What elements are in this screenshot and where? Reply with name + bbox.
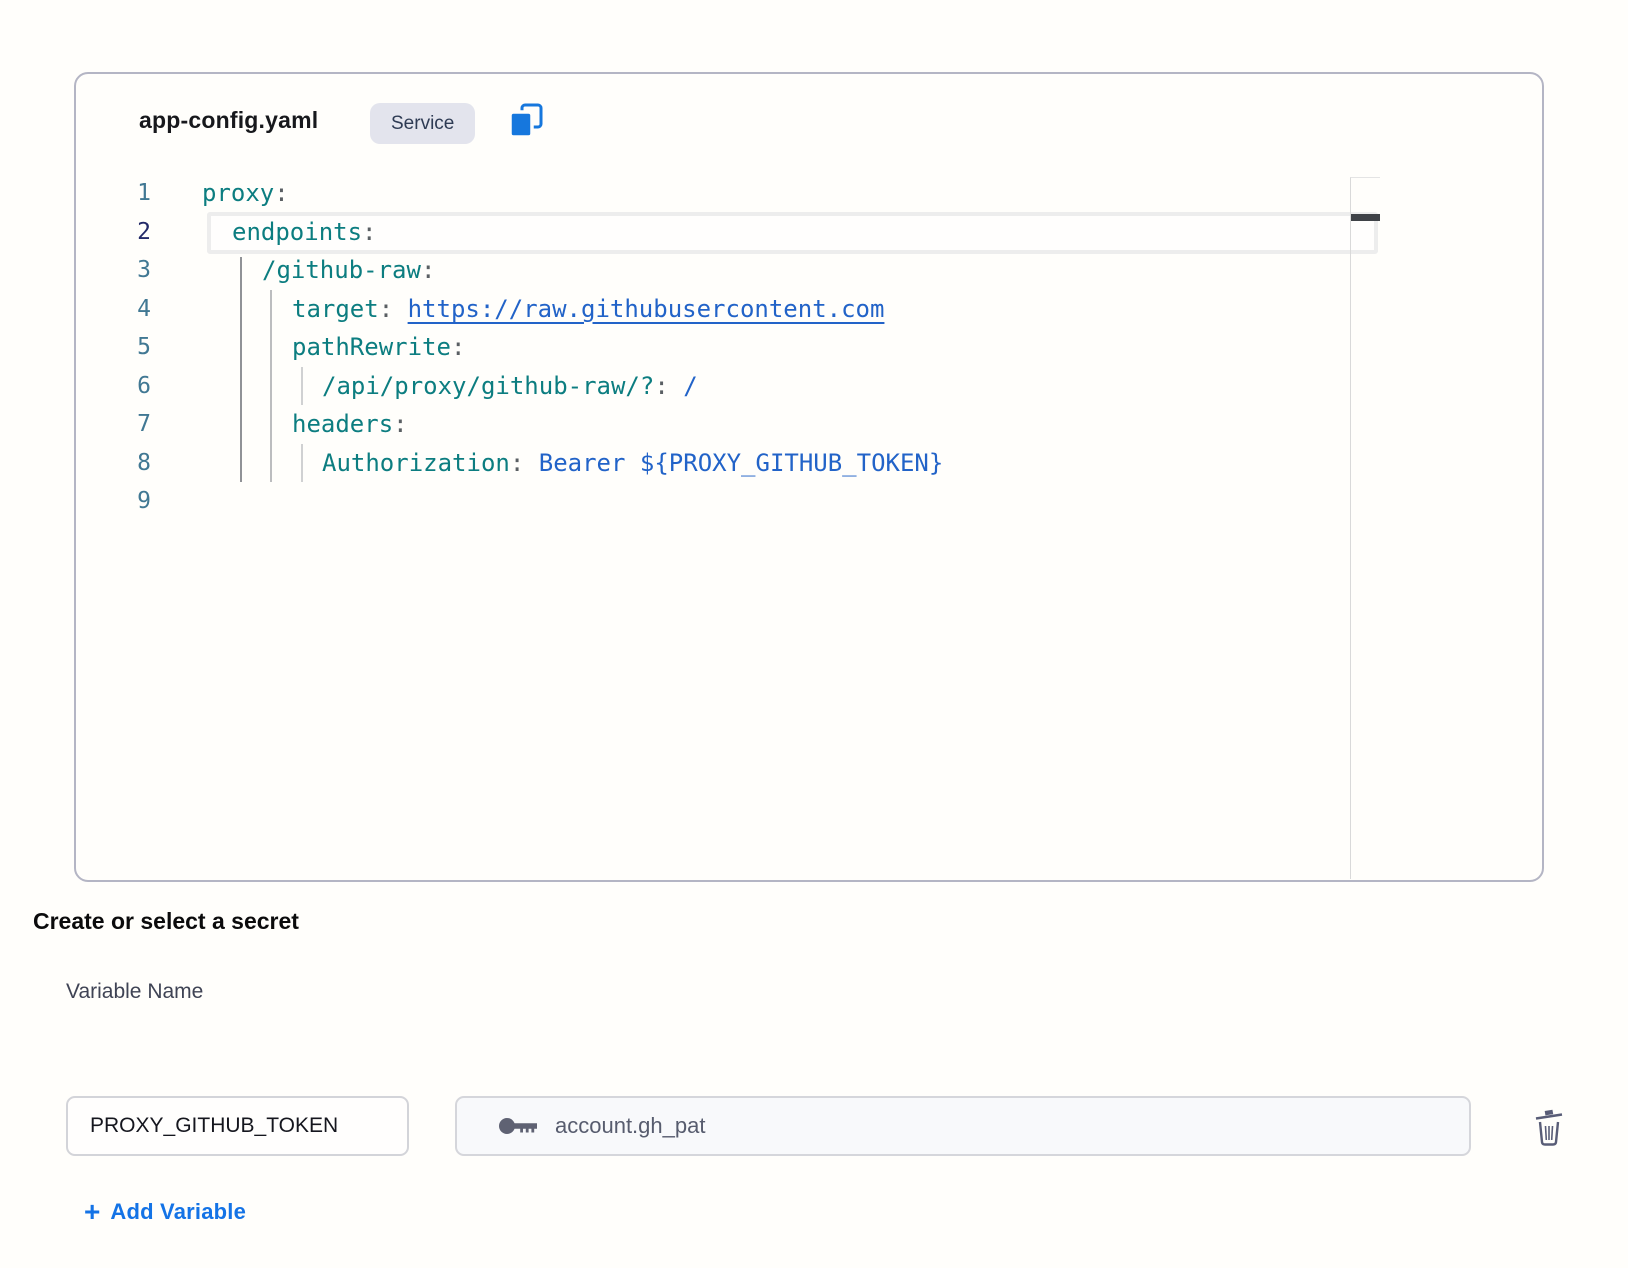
code-token: / xyxy=(683,372,697,400)
variable-name-label: Variable Name xyxy=(66,980,203,1004)
line-number: 1 xyxy=(76,174,151,213)
code-token: pathRewrite xyxy=(292,333,451,361)
variable-name-input[interactable] xyxy=(66,1096,409,1156)
line-number: 2 xyxy=(76,213,151,252)
line-number: 5 xyxy=(76,328,151,367)
selected-secret-label: account.gh_pat xyxy=(555,1113,705,1139)
scrollbar-thumb[interactable] xyxy=(1351,214,1380,221)
code-editor[interactable]: 1proxy:2endpoints:3/github-raw:4target: … xyxy=(76,74,1542,880)
code-token: : xyxy=(421,256,435,284)
code-text: proxy: xyxy=(202,174,289,213)
code-token: : xyxy=(274,179,288,207)
code-line: 9 xyxy=(76,482,1542,521)
add-variable-label: Add Variable xyxy=(110,1199,246,1225)
trash-icon xyxy=(1533,1107,1565,1150)
code-token: : xyxy=(510,449,539,477)
code-token: endpoints xyxy=(232,218,362,246)
code-line: 7 headers: xyxy=(76,405,1542,444)
code-token: headers xyxy=(292,410,393,438)
code-text: /api/proxy/github-raw/?: / xyxy=(322,367,698,406)
code-line: 1 proxy: xyxy=(76,174,1542,213)
line-number: 4 xyxy=(76,290,151,329)
code-line: 8 Authorization: Bearer ${PROXY_GITHUB_TO… xyxy=(76,444,1542,483)
secret-section-heading: Create or select a secret xyxy=(33,908,299,935)
code-line: 4 target: https://raw.githubusercontent.c… xyxy=(76,290,1542,329)
code-token: : xyxy=(393,410,407,438)
line-number: 8 xyxy=(76,444,151,483)
editor-card: app-config.yaml Service 1proxy:2endpoint… xyxy=(74,72,1544,882)
code-token: proxy xyxy=(202,179,274,207)
delete-variable-button[interactable] xyxy=(1528,1104,1570,1152)
add-variable-button[interactable]: + Add Variable xyxy=(84,1196,246,1228)
code-token: target xyxy=(292,295,379,323)
line-number: 9 xyxy=(76,482,151,521)
page: app-config.yaml Service 1proxy:2endpoint… xyxy=(0,0,1628,1268)
plus-icon: + xyxy=(84,1198,100,1226)
line-number: 3 xyxy=(76,251,151,290)
line-number: 6 xyxy=(76,367,151,406)
code-line: 2 endpoints: xyxy=(76,213,1542,252)
code-token: /github-raw xyxy=(262,256,421,284)
code-token: Bearer ${PROXY_GITHUB_TOKEN} xyxy=(539,449,944,477)
code-token: /api/proxy/github-raw/? xyxy=(322,372,654,400)
code-link[interactable]: https://raw.githubusercontent.com xyxy=(408,295,885,323)
code-text: /github-raw: xyxy=(262,251,435,290)
code-token: : xyxy=(379,295,408,323)
code-token: Authorization xyxy=(322,449,510,477)
code-token: : xyxy=(654,372,683,400)
code-text: target: https://raw.githubusercontent.co… xyxy=(292,290,884,329)
key-icon xyxy=(498,1112,540,1140)
secret-select[interactable]: account.gh_pat xyxy=(455,1096,1471,1156)
code-line: 5 pathRewrite: xyxy=(76,328,1542,367)
code-line: 3/github-raw: xyxy=(76,251,1542,290)
scrollbar-track[interactable] xyxy=(1350,177,1380,879)
code-text: pathRewrite: xyxy=(292,328,465,367)
code-text: headers: xyxy=(292,405,408,444)
line-number: 7 xyxy=(76,405,151,444)
code-line: 6/api/proxy/github-raw/?: / xyxy=(76,367,1542,406)
code-text: Authorization: Bearer ${PROXY_GITHUB_TOK… xyxy=(322,444,943,483)
code-text: endpoints: xyxy=(232,213,377,252)
code-token: : xyxy=(451,333,465,361)
code-token: : xyxy=(362,218,376,246)
